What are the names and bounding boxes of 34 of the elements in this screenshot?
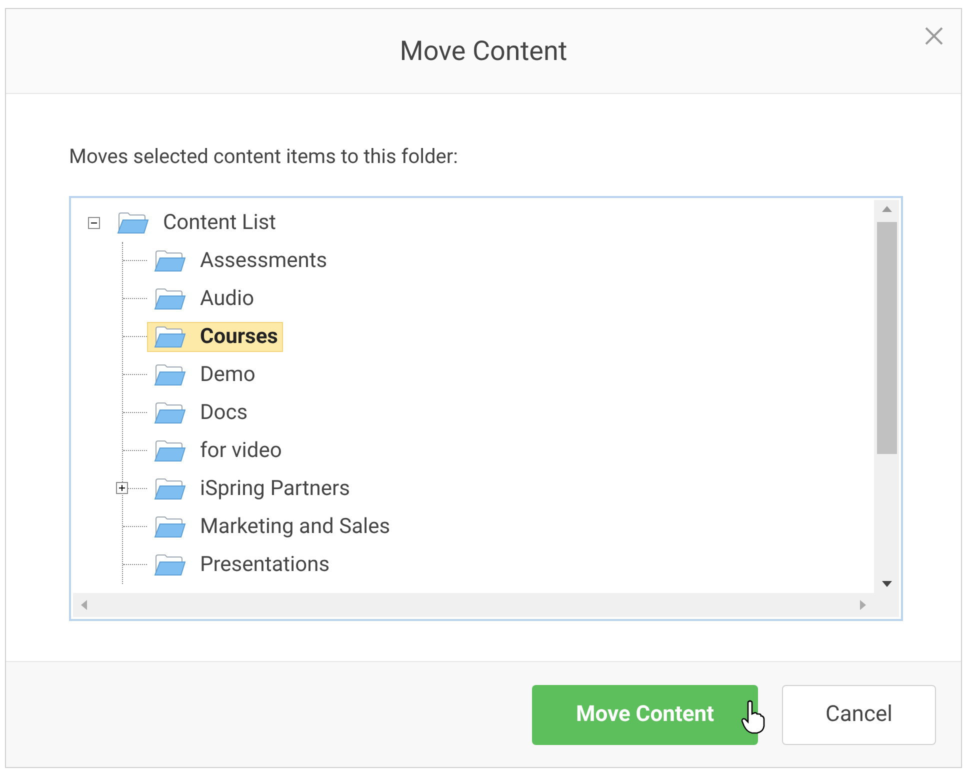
folder-icon [117,212,149,234]
tree-item[interactable]: for video [147,436,287,466]
dialog-title: Move Content [400,35,568,67]
tree-item[interactable]: Docs [147,398,253,428]
folder-icon [154,516,186,538]
instruction-text: Moves selected content items to this folder: [69,144,460,168]
cancel-button[interactable]: Cancel [782,684,936,744]
folder-icon [154,478,186,500]
folder-icon [154,326,186,348]
vertical-scrollbar[interactable] [874,200,899,593]
scroll-up-icon[interactable] [882,206,892,212]
tree-item[interactable]: Demo [147,360,260,390]
tree-item[interactable]: Presentations [147,550,335,580]
folder-icon [154,250,186,272]
scroll-left-icon[interactable] [81,600,87,610]
horizontal-scrollbar[interactable] [73,593,874,617]
folder-icon [154,364,186,386]
expand-icon[interactable] [116,482,128,494]
tree-item[interactable]: Content List [116,208,282,238]
folder-icon [154,402,186,424]
scroll-down-icon[interactable] [882,581,892,587]
hand-cursor-icon [741,700,765,734]
tree-item[interactable]: Audio [147,284,260,314]
tree-item[interactable]: Marketing and Sales [147,512,396,542]
close-icon[interactable] [923,25,945,47]
tree-item[interactable]: Courses [147,322,283,352]
scrollbar-thumb[interactable] [876,222,896,454]
tree-item[interactable]: Assessments [147,246,332,276]
folder-icon [154,288,186,310]
folder-icon [154,554,186,576]
tree-item[interactable]: iSpring Partners [147,474,355,504]
folder-icon [154,440,186,462]
scroll-right-icon[interactable] [860,600,866,610]
collapse-icon[interactable] [88,217,100,229]
